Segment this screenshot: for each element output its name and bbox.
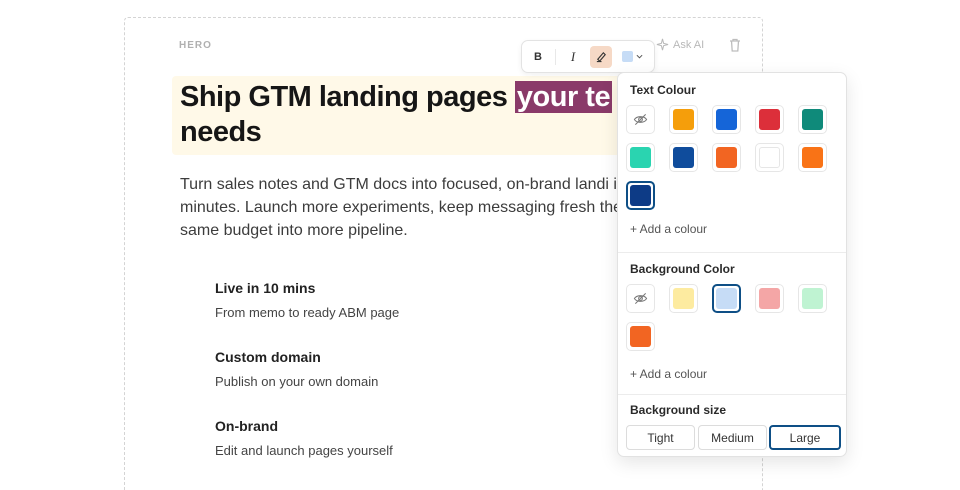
color-chip <box>759 288 780 309</box>
size-tight-button[interactable]: Tight <box>626 425 695 450</box>
background-colour-swatch[interactable] <box>626 284 655 313</box>
background-color-heading: Background Color <box>630 262 735 276</box>
feature-description: Publish on your own domain <box>215 374 379 389</box>
feature-description: Edit and launch pages yourself <box>215 443 393 458</box>
divider <box>618 252 846 253</box>
headline-text: Ship GTM landing pages <box>180 81 515 113</box>
bold-button[interactable]: B <box>527 46 549 68</box>
color-chip <box>630 147 651 168</box>
size-medium-button[interactable]: Medium <box>698 425 767 450</box>
current-color-swatch <box>622 51 633 62</box>
background-colour-swatch[interactable] <box>755 284 784 313</box>
feature-item[interactable]: Live in 10 mins From memo to ready ABM p… <box>215 280 399 320</box>
italic-button[interactable]: I <box>562 46 584 68</box>
text-colour-swatch[interactable] <box>669 105 698 134</box>
highlighter-icon <box>596 51 606 63</box>
text-colour-swatch[interactable] <box>626 105 655 134</box>
highlight-button[interactable] <box>590 45 612 68</box>
sparkle-icon <box>656 38 669 51</box>
color-chip <box>716 147 737 168</box>
color-chip <box>759 109 780 130</box>
toolbar-divider <box>555 48 556 65</box>
feature-title: Live in 10 mins <box>215 280 316 296</box>
text-colour-swatch[interactable] <box>626 143 655 172</box>
text-colour-swatch[interactable] <box>798 143 827 172</box>
trash-icon[interactable] <box>727 37 743 53</box>
color-popover: Text Colour + Add a colour Background Co… <box>617 72 847 457</box>
color-chip <box>630 326 651 347</box>
feature-item[interactable]: Custom domain Publish on your own domain <box>215 349 378 389</box>
color-chip <box>716 288 737 309</box>
hero-lede[interactable]: Turn sales notes and GTM docs into focus… <box>180 173 650 242</box>
text-colour-swatch[interactable] <box>669 143 698 172</box>
size-large-button[interactable]: Large <box>769 425 841 450</box>
feature-title: On-brand <box>215 418 278 434</box>
chevron-down-icon <box>636 54 643 59</box>
color-chip <box>802 147 823 168</box>
background-colour-swatch[interactable] <box>798 284 827 313</box>
no-color-icon <box>633 113 648 126</box>
background-colour-swatch[interactable] <box>626 322 655 351</box>
text-colour-swatch[interactable] <box>712 143 741 172</box>
text-colour-heading: Text Colour <box>630 83 696 97</box>
feature-title: Custom domain <box>215 349 321 365</box>
background-size-heading: Background size <box>630 403 727 417</box>
color-chip <box>802 109 823 130</box>
background-colour-swatch[interactable] <box>669 284 698 313</box>
headline-selected-text[interactable]: your te <box>514 81 613 113</box>
format-toolbar: B I <box>521 40 655 73</box>
divider <box>618 394 846 395</box>
ask-ai-button[interactable]: Ask AI <box>656 38 704 51</box>
color-picker-button[interactable] <box>622 51 643 62</box>
no-color-icon <box>633 292 648 305</box>
color-chip <box>630 185 651 206</box>
background-colour-swatch[interactable] <box>712 284 741 313</box>
text-colour-swatch[interactable] <box>626 181 655 210</box>
text-colour-swatch[interactable] <box>755 143 784 172</box>
feature-description: From memo to ready ABM page <box>215 305 400 320</box>
section-label: HERO <box>179 40 212 51</box>
text-colour-swatch[interactable] <box>712 105 741 134</box>
headline-text-line2: needs <box>180 116 262 148</box>
text-colour-swatch[interactable] <box>755 105 784 134</box>
text-colour-swatch[interactable] <box>798 105 827 134</box>
add-background-colour-button[interactable]: + Add a colour <box>630 367 707 381</box>
feature-item[interactable]: On-brand Edit and launch pages yourself <box>215 418 393 458</box>
color-chip <box>673 288 694 309</box>
color-chip <box>673 147 694 168</box>
color-chip <box>673 109 694 130</box>
color-chip <box>802 288 823 309</box>
ask-ai-label: Ask AI <box>673 38 705 51</box>
add-text-colour-button[interactable]: + Add a colour <box>630 222 707 236</box>
color-chip <box>716 109 737 130</box>
color-chip <box>759 147 780 168</box>
